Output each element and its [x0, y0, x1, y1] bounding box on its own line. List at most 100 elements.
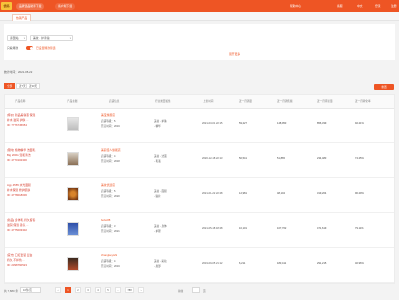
nav-assistant-download[interactable]: 品牌选品助手下载 [16, 3, 45, 10]
category-path: 美妆 - 身体 [154, 225, 167, 228]
category-path: - 精华 [154, 125, 161, 128]
shop-info: 店铺等级：4 [101, 155, 116, 158]
category-select-value: 美妆 · 护手霜 [33, 36, 50, 40]
category-select[interactable]: 美妆 · 护手霜 ▾ [30, 35, 73, 41]
prev-page-button[interactable]: ‹ [55, 287, 61, 293]
page-button[interactable]: 3 [85, 287, 91, 293]
goto-page-input[interactable] [192, 287, 200, 293]
category-path: - 护理 [154, 230, 161, 233]
shop-name[interactable]: zhangkeyishi [101, 253, 117, 257]
login-link[interactable]: 登录 [375, 4, 381, 9]
table-header: 产品名称 产品主图 店铺信息 行业类目属性 上架时间 近一月销量 近一月销售额 … [5, 95, 394, 109]
header-category: 行业类目属性 [155, 100, 171, 103]
listed-time: 2019-09-05 21:12 [202, 262, 223, 265]
chevron-down-icon: ▾ [23, 37, 25, 40]
language-select[interactable]: 中文 [357, 4, 363, 9]
header-listed-time[interactable]: 上架时间 [203, 99, 213, 103]
table-row[interactable]: Agy 4555 水光面膜 补水保湿 修护肌肤 ID: 4778018006 美… [5, 179, 394, 213]
product-id: ID: 4770102300 [7, 158, 27, 162]
header-revenue[interactable]: 近一月销售额 [277, 99, 293, 103]
header-shop-info: 店铺信息 [109, 100, 120, 103]
category-path: 美妆 - 彩妆 [154, 260, 167, 263]
revenue-value: 107,762 [277, 227, 287, 230]
table-row[interactable]: [限时] 植物精华 洁面乳 Big 200G 温和清洁 ID: 47701023… [5, 144, 394, 178]
toggle-knob [29, 46, 33, 50]
shop-name[interactable]: 美妆优选店 [101, 183, 115, 187]
top-navigation-bar: 优码 品牌选品助手下载 客户端下载 帮助中心 客服 中文 登录 注册 [0, 0, 399, 12]
next-page-button[interactable]: › [138, 287, 144, 293]
product-id: ID: 2398760523 [7, 263, 27, 267]
app-logo[interactable]: 优码 [1, 2, 12, 10]
table-row[interactable]: [新品] 身体乳 持久留香 滋润 保湿 香氛 ... ID: 477500330… [5, 214, 394, 248]
product-thumbnail[interactable] [67, 152, 79, 166]
product-name[interactable]: [限时] 植物精华 洁面乳 [7, 148, 35, 152]
header-conversion[interactable]: 近一月转化率 [355, 99, 371, 103]
product-name[interactable]: [特价] 新品美容液 保湿 [7, 113, 35, 117]
nav-client-download[interactable]: 客户端下载 [55, 3, 75, 10]
total-count: 共 7,880 条 [4, 289, 19, 293]
page-button[interactable]: 788 [125, 287, 134, 293]
products-table: 产品名称 产品主图 店铺信息 行业类目属性 上架时间 近一月销量 近一月销售额 … [4, 94, 395, 284]
shop-name[interactable]: 美丽佳人旗舰店 [101, 148, 121, 152]
page-button[interactable]: 2 [75, 287, 81, 293]
shop-name[interactable]: 美宝旗舰店 [101, 113, 115, 117]
page-button[interactable]: 1 [65, 287, 71, 293]
revenue-value: 183,411 [277, 262, 287, 265]
revenue-value: 48,104 [277, 192, 285, 195]
reviews-value: 471,619 [317, 227, 327, 230]
product-thumbnail[interactable] [67, 222, 79, 236]
shop-info: 店铺等级：5 [101, 190, 116, 193]
tab-hot-products[interactable]: 热销产品 [12, 14, 32, 21]
product-thumbnail[interactable] [67, 187, 79, 201]
header-product-name[interactable]: 产品名称 [15, 99, 25, 103]
header-sales[interactable]: 近一月销量 [239, 99, 252, 103]
page-ellipsis[interactable]: ... [115, 287, 121, 293]
expand-more-link[interactable]: 展开更多 [229, 52, 240, 56]
tab-30days[interactable]: 近30天 [26, 83, 41, 89]
page-word: 页 [203, 290, 206, 293]
product-thumbnail[interactable] [67, 117, 79, 131]
goto-label: 前往 [178, 290, 184, 293]
page-size-select[interactable]: 10条/页 [20, 287, 41, 293]
product-name[interactable]: Big 200G 温和清洁 [7, 153, 31, 157]
customer-service-link[interactable]: 客服 [337, 4, 343, 9]
conversion-value: 74.25% [355, 157, 364, 160]
help-center-link[interactable]: 帮助中心 [290, 4, 301, 9]
page-button[interactable]: 4 [95, 287, 101, 293]
sales-value: 12,981 [239, 192, 247, 195]
site-select[interactable]: 泰国站 ▾ [7, 35, 27, 41]
shop-info: 店铺等级：4 [101, 260, 116, 263]
product-name[interactable]: [官方] 口红套装 显白 [7, 253, 32, 257]
pagination: 共 7,880 条 10条/页 ‹ 1 2 3 4 5 ... 788 › 前往… [0, 286, 399, 296]
hot-products-toggle[interactable] [26, 46, 33, 50]
revenue-value: 148,953 [277, 122, 287, 125]
table-row[interactable]: [官方] 口红套装 显白 持久 不掉色 ... ID: 2398760523 z… [5, 249, 394, 283]
product-name[interactable]: 持久 不掉色 ... [7, 258, 25, 262]
conversion-value: 90.29% [355, 192, 364, 195]
product-id: ID: 4775003302 [7, 228, 27, 232]
tab-all[interactable]: 全部 [4, 83, 16, 89]
product-name[interactable]: 补水保湿 修护肌肤 [7, 188, 30, 192]
product-name[interactable]: 补水 滋润 护肤 ... [7, 118, 28, 122]
product-thumbnail[interactable] [67, 257, 79, 271]
table-row[interactable]: [特价] 新品美容液 保湿 补水 滋润 护肤 ... ID: 777674565… [5, 109, 394, 143]
toggle-note: 已设置爆款筛选 [36, 46, 56, 50]
reviews-value: 319,204 [317, 192, 327, 195]
sales-value: 59,227 [239, 122, 247, 125]
product-name[interactable]: [新品] 身体乳 持久留香 [7, 218, 35, 222]
product-id: ID: 7776745654 [7, 123, 27, 127]
shop-name[interactable]: bobo88 [101, 218, 110, 222]
chevron-down-icon: ▾ [69, 37, 71, 40]
category-path: - 唇部 [154, 265, 161, 268]
header-reviews[interactable]: 近一月评论量 [317, 99, 333, 103]
product-name[interactable]: Agy 4555 水光面膜 [7, 183, 31, 187]
register-link[interactable]: 注册 [391, 4, 397, 9]
listed-time: 2021-03-01 22:15 [202, 122, 223, 125]
site-select-value: 泰国站 [10, 36, 19, 40]
conversion-value: 40.96% [355, 262, 364, 265]
page-button[interactable]: 5 [105, 287, 111, 293]
product-name[interactable]: 滋润 保湿 香氛 ... [7, 223, 28, 227]
stat-date: 统计时间：2021-05-22 [4, 70, 33, 74]
shop-info: 开店时间：2018 [101, 160, 120, 163]
reset-button[interactable]: 重置 [374, 84, 394, 90]
